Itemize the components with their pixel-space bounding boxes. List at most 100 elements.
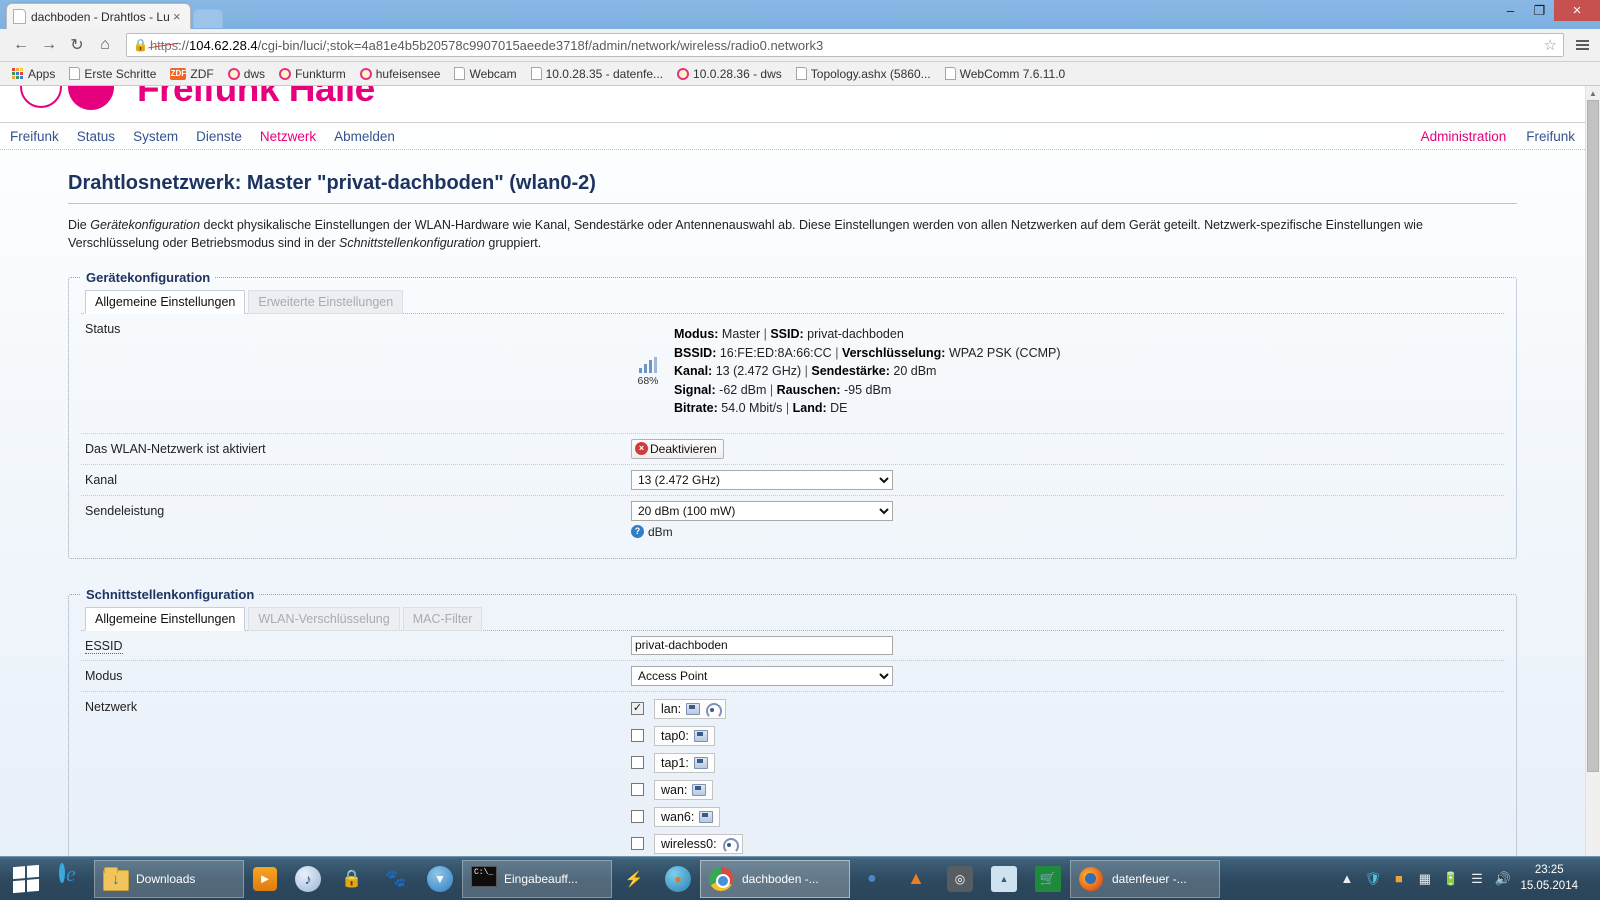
tab-allgemeine-einstellungen-device[interactable]: Allgemeine Einstellungen — [85, 290, 245, 314]
page-intro: Die Gerätekonfiguration deckt physikalis… — [68, 216, 1517, 252]
nav-item-status[interactable]: Status — [77, 129, 115, 144]
bookmark-label: Topology.ashx (5860... — [811, 67, 931, 81]
chrome-menu-icon[interactable] — [1572, 32, 1592, 58]
nav-item-abmelden[interactable]: Abmelden — [334, 129, 395, 144]
txpower-value-cell: 20 dBm (100 mW) ? dBm — [631, 501, 1504, 539]
taskbar-birds-app[interactable]: ▼ — [418, 860, 462, 898]
windows-logo-icon — [13, 864, 39, 892]
calculator-icon[interactable]: ▦ — [1416, 870, 1433, 887]
txpower-row: Sendeleistung 20 dBm (100 mW) ? dBm — [81, 496, 1504, 544]
lock-icon: 🔒 — [339, 866, 365, 892]
close-window-button[interactable]: × — [1554, 0, 1600, 21]
taskbar-internet-explorer[interactable] — [50, 860, 94, 898]
taskbar-itunes[interactable]: ♪ — [286, 860, 330, 898]
taskbar-windows-store[interactable]: 🛒 — [1026, 860, 1070, 898]
taskbar-clock[interactable]: 23:25 15.05.2014 — [1520, 863, 1588, 894]
battery-icon[interactable]: 🔋 — [1442, 870, 1459, 887]
bookmark-funkturm[interactable]: Funkturm — [273, 65, 352, 83]
network-checkbox-tap0[interactable] — [631, 729, 644, 742]
taskbar-vlc[interactable]: ▲ — [894, 860, 938, 898]
taskbar-remote-desktop[interactable]: ⚡ — [612, 860, 656, 898]
status-val: DE — [830, 401, 847, 415]
network-checkbox-tap1[interactable] — [631, 756, 644, 769]
address-bar[interactable]: 🔒 https :// 104.62.28.4 /cgi-bin/luci/;s… — [126, 33, 1564, 57]
bookmark-dws[interactable]: dws — [222, 65, 271, 83]
taskbar-gauge-app[interactable]: ◎ — [938, 860, 982, 898]
status-val: Master — [722, 327, 760, 341]
tab-wlan-verschluesselung[interactable]: WLAN-Verschlüsselung — [248, 607, 399, 631]
taskbar-chrome-dachboden[interactable]: dachboden -... — [700, 860, 850, 898]
itunes-icon: ♪ — [295, 866, 321, 892]
taskbar-media-player[interactable]: ► — [244, 860, 286, 898]
scrollbar-thumb[interactable] — [1587, 100, 1599, 772]
taskbar-gimp[interactable]: 🐾 — [374, 860, 418, 898]
nav-item-dienste[interactable]: Dienste — [196, 129, 242, 144]
device-configuration-panel: Gerätekonfiguration Allgemeine Einstellu… — [68, 270, 1517, 559]
maximize-button[interactable]: ❐ — [1525, 0, 1554, 21]
lock-glyph-icon: 🔒 — [133, 38, 148, 52]
mode-select[interactable]: Access Point — [631, 666, 893, 686]
txpower-select[interactable]: 20 dBm (100 mW) — [631, 501, 893, 521]
volume-icon[interactable]: 🔊 — [1494, 870, 1511, 887]
bookmark-topology[interactable]: Topology.ashx (5860... — [790, 65, 937, 83]
start-button[interactable] — [2, 859, 50, 899]
back-icon[interactable]: ← — [8, 32, 34, 58]
network-checkbox-wireless0[interactable] — [631, 837, 644, 850]
network-chip-wan[interactable]: wan: — [654, 780, 713, 800]
channel-select[interactable]: 13 (2.472 GHz) — [631, 470, 893, 490]
status-line: Kanal: 13 (2.472 GHz) | Sendestärke: 20 … — [674, 362, 1061, 381]
taskbar-truecrypt[interactable]: 🔒 — [330, 860, 374, 898]
taskbar-browser-other[interactable]: ● — [656, 860, 700, 898]
taskbar-firefox-datenfeuer[interactable]: datenfeuer -... — [1070, 860, 1220, 898]
status-key: Sendestärke: — [811, 364, 890, 378]
taskbar-command-prompt[interactable]: C:\_ Eingabeauff... — [462, 860, 612, 898]
network-checkbox-wan[interactable] — [631, 783, 644, 796]
taskbar-downloads[interactable]: Downloads — [94, 860, 244, 898]
bookmark-apps[interactable]: Apps — [6, 65, 61, 83]
bookmark-zdf[interactable]: ZDF ZDF — [164, 65, 219, 83]
essid-input[interactable] — [631, 636, 893, 655]
network-chip-tap0[interactable]: tap0: — [654, 726, 715, 746]
scroll-up-arrow-icon[interactable]: ▲ — [1586, 86, 1600, 100]
browser-tabstrip: dachboden - Drahtlos - Lu × – ❐ × — [0, 0, 1600, 29]
tab-close-icon[interactable]: × — [170, 10, 184, 24]
nav-item-netzwerk[interactable]: Netzwerk — [260, 129, 316, 144]
bookmark-hufeisensee[interactable]: hufeisensee — [354, 65, 447, 83]
home-icon[interactable]: ⌂ — [92, 32, 118, 58]
new-tab-button[interactable] — [193, 9, 223, 28]
tray-overflow-icon[interactable]: ▲ — [1338, 870, 1355, 887]
tab-mac-filter[interactable]: MAC-Filter — [403, 607, 483, 631]
bookmark-dws-2[interactable]: 10.0.28.36 - dws — [671, 65, 788, 83]
bookmark-webcomm[interactable]: WebComm 7.6.11.0 — [939, 65, 1072, 83]
shield-icon[interactable]: 🛡 — [1364, 870, 1381, 887]
taskbar-thunderbird[interactable]: ● — [850, 860, 894, 898]
network-chip-wireless0[interactable]: wireless0: — [654, 834, 743, 854]
deactivate-button[interactable]: × Deaktivieren — [631, 439, 724, 459]
tab-allgemeine-einstellungen-interface[interactable]: Allgemeine Einstellungen — [85, 607, 245, 631]
browser-tab[interactable]: dachboden - Drahtlos - Lu × — [6, 3, 191, 29]
tab-erweiterte-einstellungen[interactable]: Erweiterte Einstellungen — [248, 290, 403, 314]
signal-icon[interactable]: ☰ — [1468, 870, 1485, 887]
colorful-icon[interactable]: ■ — [1390, 870, 1407, 887]
bookmark-datenfe[interactable]: 10.0.28.35 - datenfe... — [525, 65, 669, 83]
forward-icon[interactable]: → — [36, 32, 62, 58]
nav-item-system[interactable]: System — [133, 129, 178, 144]
nav-item-administration[interactable]: Administration — [1421, 129, 1507, 144]
page-scrollbar[interactable]: ▲ ▼ — [1585, 86, 1600, 899]
taskbar-map-app[interactable]: ▲ — [982, 860, 1026, 898]
network-checkbox-wan6[interactable] — [631, 810, 644, 823]
insecure-lock-icon[interactable]: 🔒 — [133, 38, 148, 52]
network-chip-tap1[interactable]: tap1: — [654, 753, 715, 773]
network-chip-lan[interactable]: lan: — [654, 699, 726, 719]
nav-item-freifunk[interactable]: Freifunk — [10, 129, 59, 144]
bookmark-erste-schritte[interactable]: Erste Schritte — [63, 65, 162, 83]
network-checkbox-lan[interactable]: ✓ — [631, 702, 644, 715]
bookmark-star-icon[interactable]: ☆ — [1536, 36, 1557, 54]
bookmark-webcam[interactable]: Webcam — [448, 65, 522, 83]
help-icon[interactable]: ? — [631, 525, 644, 538]
nav-item-freifunk-right[interactable]: Freifunk — [1526, 129, 1575, 144]
minimize-button[interactable]: – — [1496, 0, 1525, 21]
channel-row: Kanal 13 (2.472 GHz) — [81, 465, 1504, 496]
network-chip-wan6[interactable]: wan6: — [654, 807, 720, 827]
reload-icon[interactable]: ↻ — [64, 32, 90, 58]
